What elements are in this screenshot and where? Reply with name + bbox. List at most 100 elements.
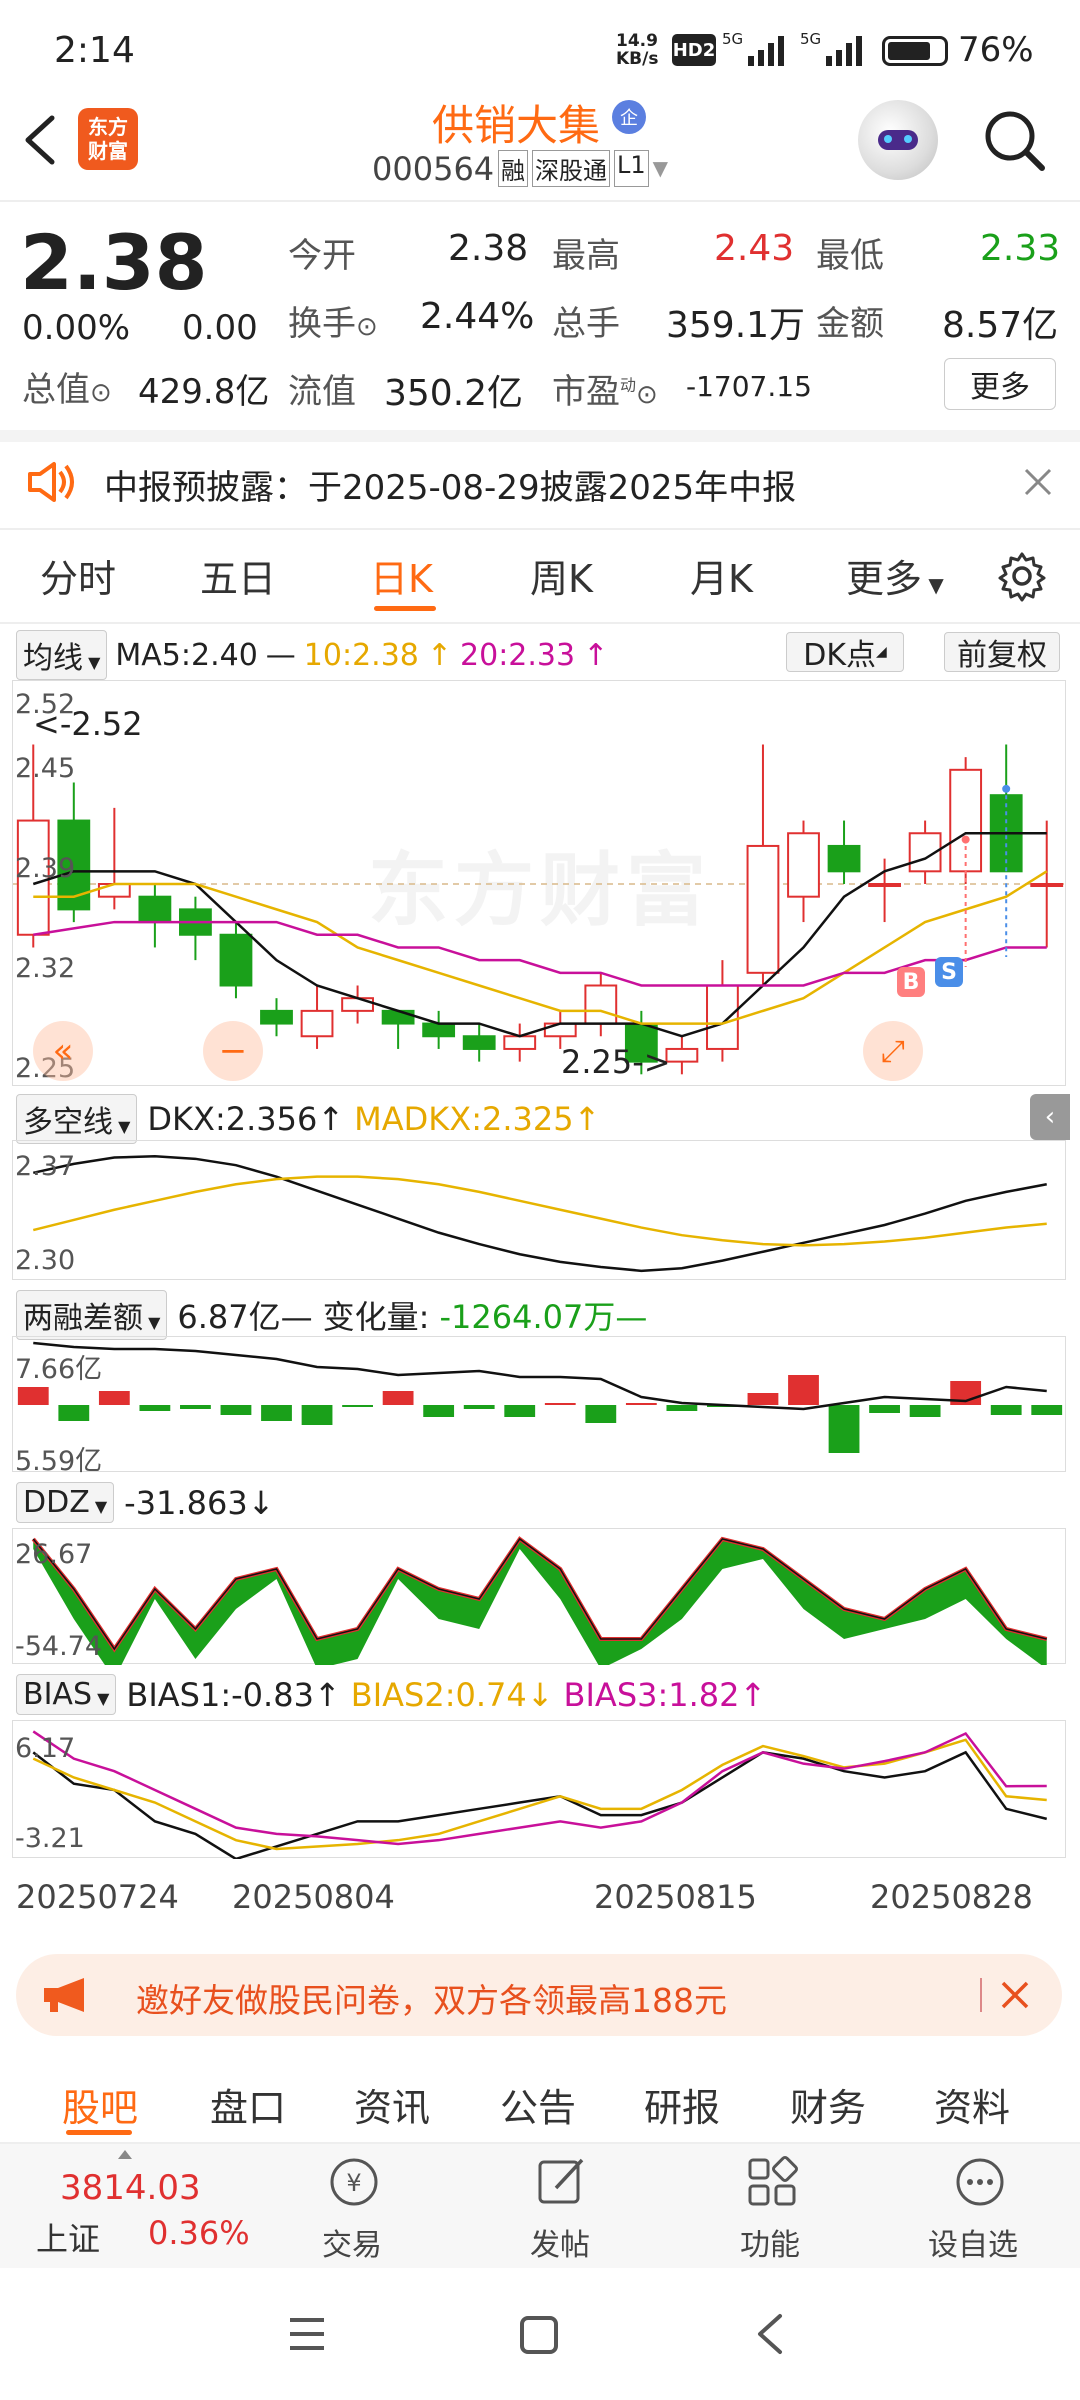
- function-button[interactable]: 功能: [736, 2154, 808, 2263]
- trade-button[interactable]: ¥ 交易: [318, 2154, 390, 2263]
- notice-text[interactable]: 中报预披露：于2025-08-29披露2025年中报: [104, 460, 796, 509]
- candle-body: [584, 984, 618, 1025]
- bias-y-bottom: -3.21: [15, 1823, 85, 1854]
- candle-body: [868, 883, 901, 887]
- margin-y-bottom: 5.59亿: [15, 1446, 103, 1477]
- bias-selector[interactable]: BIAS ▼: [16, 1674, 117, 1715]
- robot-assistant-icon[interactable]: [858, 100, 938, 180]
- y-label-3: 2.32: [15, 953, 76, 984]
- min-marker: 2.25->: [561, 1043, 671, 1081]
- open-label: 今开: [288, 236, 356, 276]
- bias-pane[interactable]: 6.17 -3.21: [12, 1720, 1066, 1859]
- pe-label: 市盈动⊙: [552, 372, 658, 412]
- btab-pankou[interactable]: 盘口: [210, 2077, 286, 2132]
- ddz-selector[interactable]: DDZ ▼: [16, 1482, 115, 1523]
- kline-chart-pane[interactable]: 东方财富 2.52 2.45 2.39 2.32 2.25 <-2.52 2.2…: [12, 680, 1067, 1086]
- margin-selector[interactable]: 两融差额 ▼: [16, 1290, 168, 1340]
- margin-bar: [990, 1405, 1022, 1415]
- tab-monthly-k[interactable]: 月K: [690, 548, 753, 603]
- margin-pane[interactable]: 7.66亿 5.59亿: [12, 1336, 1066, 1477]
- level-dropdown-icon[interactable]: ▼: [653, 156, 668, 187]
- btab-finance[interactable]: 财务: [790, 2077, 866, 2132]
- candle-body: [503, 1035, 537, 1050]
- float-label: 流值: [288, 372, 356, 412]
- back-icon[interactable]: [20, 112, 60, 168]
- fullscreen-icon[interactable]: ⤢: [863, 1021, 923, 1081]
- margin-bar: [180, 1405, 211, 1409]
- margin-bar: [382, 1391, 414, 1405]
- dkx-pane[interactable]: 2.37 2.30: [12, 1140, 1066, 1280]
- index-up-arrow-icon: [118, 2150, 132, 2159]
- post-button[interactable]: 发帖: [526, 2154, 598, 2263]
- ddz-pane[interactable]: 26.67 -54.74: [12, 1528, 1066, 1665]
- tab-daily-k[interactable]: 日K: [370, 548, 433, 603]
- btab-news[interactable]: 资讯: [354, 2077, 430, 2132]
- dk-points-button[interactable]: DK点 ◢: [786, 632, 904, 673]
- dkx-svg: [32, 1155, 1047, 1273]
- index-name[interactable]: 上证: [36, 2214, 100, 2260]
- candle-body: [665, 1047, 699, 1063]
- ad-banner[interactable]: 邀好友做股民问卷，双方各领最高188元: [16, 1954, 1062, 2036]
- buy-marker[interactable]: B: [897, 967, 925, 997]
- madkx-value: MADKX:2.325↑: [354, 1100, 601, 1138]
- bottom-tab-indicator: [66, 2130, 132, 2135]
- dkx-value: DKX:2.356↑: [147, 1100, 345, 1138]
- ddz-area: [33, 1539, 1047, 1665]
- tab-intraday[interactable]: 分时: [40, 548, 116, 603]
- margin-change-label: 变化量:: [322, 1298, 430, 1336]
- dkx-selector[interactable]: 多空线 ▼: [16, 1094, 138, 1144]
- btab-profile[interactable]: 资料: [934, 2077, 1010, 2132]
- candle-body: [787, 832, 820, 898]
- candle-body: [462, 1035, 496, 1050]
- close-notice-icon[interactable]: [1022, 466, 1054, 498]
- close-ad-icon[interactable]: [1000, 1980, 1030, 2010]
- zoom-out-icon[interactable]: −: [203, 1021, 263, 1081]
- ma20-value: 20:2.33: [460, 637, 576, 673]
- ma-selector[interactable]: 均线 ▼: [16, 630, 108, 680]
- btab-announcement[interactable]: 公告: [500, 2077, 576, 2132]
- home-nav-icon[interactable]: [518, 2314, 560, 2354]
- float-value: 350.2亿: [384, 373, 524, 414]
- collapse-panel-icon[interactable]: ‹: [1030, 1094, 1070, 1140]
- margin-bar: [869, 1405, 900, 1413]
- more-dots-icon: [956, 2158, 1004, 2206]
- index-value[interactable]: 3814.03: [60, 2168, 201, 2208]
- scroll-left-icon[interactable]: «: [33, 1021, 93, 1081]
- bias2-value: BIAS2:0.74↓: [350, 1675, 554, 1714]
- candle-body: [138, 895, 172, 924]
- search-icon[interactable]: [980, 106, 1050, 176]
- sell-marker[interactable]: S: [935, 957, 963, 987]
- candle-body: [543, 1022, 577, 1038]
- add-watchlist-button[interactable]: 设自选: [926, 2154, 1036, 2263]
- back-nav-icon[interactable]: [752, 2312, 788, 2356]
- more-button[interactable]: 更多: [944, 358, 1056, 410]
- madkx-line: [32, 1175, 1047, 1247]
- hd-icon: HD2: [672, 34, 716, 66]
- margin-bar: [98, 1391, 130, 1405]
- tab-five-day[interactable]: 五日: [200, 548, 276, 603]
- tab-more[interactable]: 更多 ▼: [846, 548, 944, 603]
- settings-gear-icon[interactable]: [996, 550, 1048, 602]
- index-change[interactable]: 0.36%: [148, 2214, 250, 2252]
- margin-svg: [17, 1341, 1063, 1453]
- enterprise-badge: 企: [612, 100, 646, 134]
- tag-sgt: 深股通: [532, 150, 610, 187]
- btab-research[interactable]: 研报: [644, 2077, 720, 2132]
- bias3-value: BIAS3:1.82↑: [563, 1675, 767, 1714]
- eastmoney-logo: 东方 财富: [78, 108, 138, 170]
- battery-level: 76%: [958, 30, 1034, 70]
- btab-guba[interactable]: 股吧: [62, 2077, 138, 2132]
- active-tab-indicator: [374, 606, 436, 611]
- tab-weekly-k[interactable]: 周K: [530, 548, 593, 603]
- margin-y-top: 7.66亿: [15, 1354, 103, 1385]
- ddz-value: -31.863↓: [124, 1483, 275, 1522]
- candle-body: [422, 1022, 456, 1038]
- dkx-y-bottom: 2.30: [15, 1245, 76, 1276]
- date-label-2: 20250815: [594, 1878, 757, 1916]
- volume-value: 359.1万: [666, 305, 806, 346]
- adjust-mode-button[interactable]: 前复权: [944, 632, 1060, 673]
- menu-nav-icon[interactable]: [286, 2314, 328, 2354]
- ma5-value: MA5:2.40: [115, 637, 258, 673]
- margin-bar: [220, 1405, 252, 1415]
- turnover-label: 换手⊙: [288, 304, 378, 344]
